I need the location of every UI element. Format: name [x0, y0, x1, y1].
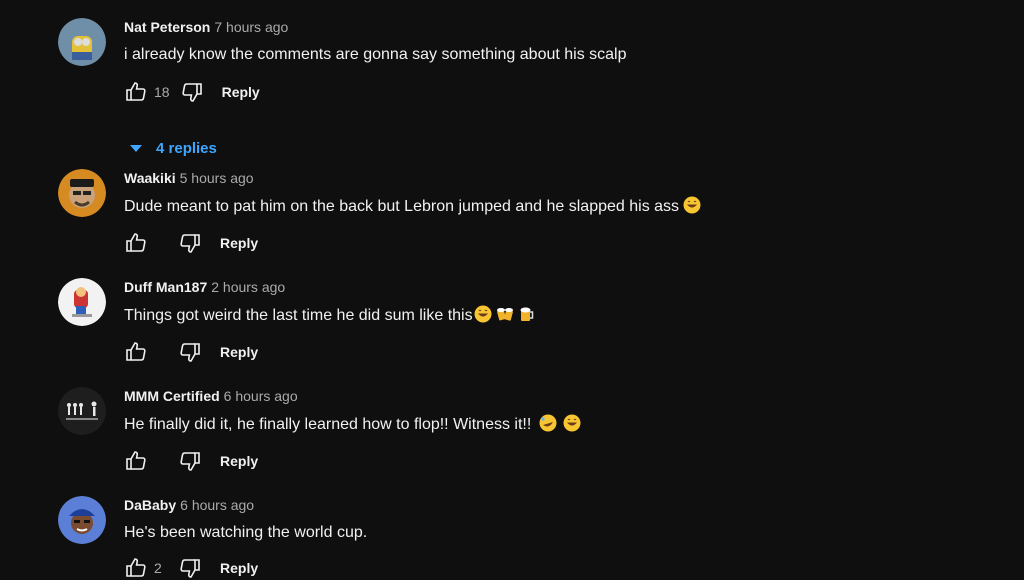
comment-author[interactable]: Duff Man187 — [124, 279, 207, 295]
comment-time[interactable]: 7 hours ago — [214, 19, 288, 35]
comment-author[interactable]: MMM Certified — [124, 388, 220, 404]
comment-header: Duff Man187 2 hours ago — [124, 278, 536, 296]
like-count: 2 — [154, 560, 162, 576]
comment-body: Nat Peterson 7 hours ago i already know t… — [124, 18, 627, 65]
reply-button[interactable]: Reply — [220, 560, 258, 576]
comment-author[interactable]: Nat Peterson — [124, 19, 210, 35]
thumbs-down-icon[interactable] — [178, 556, 202, 580]
comment-author[interactable]: DaBaby — [124, 497, 176, 513]
comment-text: He's been watching the world cup. — [124, 524, 368, 541]
comment-time[interactable]: 6 hours ago — [180, 497, 254, 513]
rolling-laughing-emoji-icon — [539, 414, 557, 432]
comment-time[interactable]: 2 hours ago — [211, 279, 285, 295]
thumbs-up-icon[interactable] — [124, 449, 148, 473]
comment-actions: 2 Reply — [124, 556, 258, 580]
comment-actions: Reply — [124, 449, 258, 473]
avatar[interactable] — [58, 387, 106, 435]
thumbs-down-icon[interactable] — [178, 340, 202, 364]
avatar[interactable] — [58, 169, 106, 217]
reply-button[interactable]: Reply — [220, 453, 258, 469]
comment-body: DaBaby 6 hours ago He's been watching the… — [124, 496, 367, 543]
grinning-sweat-emoji-icon — [563, 414, 581, 432]
reply-button[interactable]: Reply — [220, 344, 258, 360]
avatar[interactable] — [58, 278, 106, 326]
view-replies-button[interactable]: 4 replies — [130, 140, 217, 157]
reply-button[interactable]: Reply — [222, 84, 260, 100]
comment-text: i already know the comments are gonna sa… — [124, 46, 627, 63]
comment-text-content: Dude meant to pat him on the back but Le… — [124, 198, 680, 215]
comment-time[interactable]: 6 hours ago — [224, 388, 298, 404]
thumbs-down-icon[interactable] — [178, 449, 202, 473]
beer-mug-emoji-icon — [520, 307, 533, 321]
comment-text-content: He finally did it, he finally learned ho… — [124, 416, 532, 433]
comment-author[interactable]: Waakiki — [124, 170, 176, 186]
comment-text-content: Things got weird the last time he did su… — [124, 307, 473, 324]
comment-text: Dude meant to pat him on the back but Le… — [124, 196, 701, 217]
comment-text: He finally did it, he finally learned ho… — [124, 414, 581, 435]
thumbs-down-icon[interactable] — [180, 80, 204, 104]
comment-actions: 18 Reply — [124, 80, 260, 104]
comment-text: Things got weird the last time he did su… — [124, 305, 536, 326]
comment-body: Duff Man187 2 hours ago Things got weird … — [124, 278, 536, 326]
thumbs-up-icon[interactable] — [124, 231, 148, 255]
grinning-sweat-emoji-icon — [683, 196, 701, 214]
comment-header: MMM Certified 6 hours ago — [124, 387, 581, 405]
thumbs-up-icon[interactable] — [124, 340, 148, 364]
comment-actions: Reply — [124, 231, 258, 255]
grinning-sweat-emoji-icon — [474, 305, 492, 323]
thumbs-down-icon[interactable] — [178, 231, 202, 255]
thumbs-up-icon[interactable] — [124, 80, 148, 104]
thumbs-up-icon[interactable] — [124, 556, 148, 580]
comment-header: Nat Peterson 7 hours ago — [124, 18, 627, 36]
comment-body: MMM Certified 6 hours ago He finally did … — [124, 387, 581, 435]
comment-header: Waakiki 5 hours ago — [124, 169, 701, 187]
caret-down-icon — [130, 145, 142, 152]
comment-body: Waakiki 5 hours ago Dude meant to pat him… — [124, 169, 701, 217]
like-count: 18 — [154, 84, 170, 100]
comment-header: DaBaby 6 hours ago — [124, 496, 367, 514]
replies-label: 4 replies — [156, 140, 217, 157]
avatar[interactable] — [58, 18, 106, 66]
comment-actions: Reply — [124, 340, 258, 364]
comment-time[interactable]: 5 hours ago — [180, 170, 254, 186]
reply-button[interactable]: Reply — [220, 235, 258, 251]
avatar[interactable] — [58, 496, 106, 544]
clinking-beers-emoji-icon — [496, 308, 513, 321]
